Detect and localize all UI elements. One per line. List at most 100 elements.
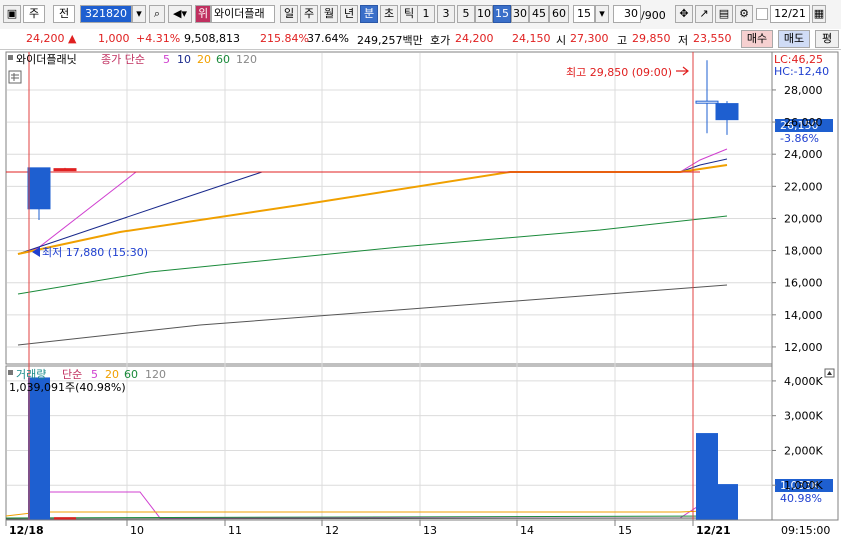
interval-select[interactable]: 15	[573, 5, 595, 23]
high-label: 고	[617, 34, 628, 47]
volume-value: 9,508,813	[184, 32, 240, 45]
sell-button[interactable]: 매도	[778, 30, 810, 48]
price-tick-label: 24,000	[784, 148, 823, 161]
volume-ratio: 215.84%	[260, 32, 309, 45]
stock-code-input[interactable]: 321820	[80, 5, 132, 23]
open-price: 27,300	[570, 32, 609, 45]
ma-label-10: 10	[177, 53, 191, 66]
date-input[interactable]: 12/21	[770, 5, 810, 23]
price-tick-label: 18,000	[784, 245, 823, 258]
buy-button[interactable]: 매수	[741, 30, 773, 48]
low-price: 23,550	[693, 32, 732, 45]
period-year-button[interactable]: 년	[340, 5, 358, 23]
candle-body	[715, 103, 739, 121]
price-tick-label: 16,000	[784, 277, 823, 290]
price-tick-label: 26,000	[784, 116, 823, 129]
x-tick-label: 13	[423, 524, 437, 537]
eval-button[interactable]: 평	[815, 30, 839, 48]
volume-note: 1,039,091주(40.98%)	[9, 381, 126, 394]
unit-tick-button[interactable]: 틱	[400, 5, 418, 23]
table-toggle-icon[interactable]	[8, 70, 22, 84]
low-label: 저	[678, 34, 689, 47]
x-tick-label: 11	[228, 524, 242, 537]
open-label: 시	[556, 34, 567, 47]
price-change: 1,000	[98, 32, 130, 45]
price-panel-frame	[5, 51, 773, 365]
chart-area[interactable]: 와이더플래닛 종가 단순 5 10 20 60 120 LC:46,25 HC:…	[0, 49, 841, 542]
window-menu-icon[interactable]: ▣	[3, 5, 21, 23]
search-icon[interactable]: ⌕	[149, 5, 165, 23]
volume-tick-label: 3,000K	[784, 410, 823, 423]
code-dropdown-icon[interactable]: ▾	[132, 5, 146, 23]
unit-second-button[interactable]: 초	[380, 5, 398, 23]
interval-30-button[interactable]: 30	[511, 5, 529, 23]
volume-bar	[28, 377, 50, 520]
draw-tools-icon[interactable]: ↗	[695, 5, 713, 23]
date-calendar-icon[interactable]: ▦	[812, 5, 826, 23]
ma-label-5: 5	[163, 53, 170, 66]
price-change-pct: +4.31%	[136, 32, 181, 45]
market-select[interactable]: 주	[23, 5, 45, 23]
price-tick-label: 12,000	[784, 341, 823, 354]
high-price: 29,850	[632, 32, 671, 45]
type-select[interactable]: 전	[53, 5, 75, 23]
ma-label-60: 60	[216, 53, 230, 66]
candle-body	[695, 100, 719, 104]
interval-dropdown-icon[interactable]: ▾	[595, 5, 609, 23]
settings-icon[interactable]: ⚙	[735, 5, 753, 23]
interval-10-button[interactable]: 10	[475, 5, 493, 23]
volume-legend-bullet-icon	[8, 370, 13, 375]
volume-bar	[716, 484, 738, 520]
hoga-label: 호가	[430, 34, 451, 47]
stock-badge: 위	[195, 5, 211, 23]
interval-45-button[interactable]: 45	[529, 5, 549, 23]
price-tick-label: 28,000	[784, 84, 823, 97]
interval-60-button[interactable]: 60	[549, 5, 569, 23]
price-tick-label: 22,000	[784, 180, 823, 193]
interval-15-button[interactable]: 15	[493, 5, 511, 23]
stock-name: 와이더플래	[211, 5, 275, 23]
interval-3-button[interactable]: 3	[437, 5, 455, 23]
up-arrow-icon: ▲	[68, 32, 77, 45]
volume-legend-name: 거래량	[16, 368, 46, 381]
bid-price: 24,150	[512, 32, 551, 45]
x-tick-label: 12	[325, 524, 339, 537]
high-annotation: 최고 29,850 (09:00)	[566, 66, 672, 79]
count-max: /900	[641, 9, 666, 22]
turnover-ratio: 37.64%	[307, 32, 349, 45]
ask-price: 24,200	[455, 32, 494, 45]
price-tick-label: 20,000	[784, 212, 823, 225]
volume-tick-label: 1,000K	[784, 479, 823, 492]
price-legend-name: 와이더플래닛	[16, 53, 77, 66]
vol-ma-label-20: 20	[105, 368, 119, 381]
interval-5-button[interactable]: 5	[457, 5, 475, 23]
x-tick-label: 12/21	[696, 524, 731, 537]
x-axis-time: 09:15:00	[781, 524, 830, 537]
period-month-button[interactable]: 월	[320, 5, 338, 23]
crosshair-icon[interactable]: ✥	[675, 5, 693, 23]
current-volume-pct: 40.98%	[780, 492, 822, 505]
low-annotation: 최저 17,880 (15:30)	[42, 246, 148, 259]
period-day-button[interactable]: 일	[280, 5, 298, 23]
candle-body	[27, 167, 51, 210]
x-tick-label: 10	[130, 524, 144, 537]
interval-1-button[interactable]: 1	[417, 5, 435, 23]
x-axis-ticks: 12/18 10 11 12 13 14 15 12/21	[5, 520, 731, 537]
trade-amount: 249,257백만	[357, 34, 423, 47]
sound-icon[interactable]: ◀▾	[168, 5, 192, 23]
date-checkbox[interactable]	[756, 8, 768, 20]
price-tick-label: 14,000	[784, 309, 823, 322]
x-tick-label: 14	[520, 524, 534, 537]
hc-label: HC:-12,40	[774, 65, 829, 78]
unit-minute-button[interactable]: 분	[360, 5, 378, 23]
volume-tick-label: 2,000K	[784, 444, 823, 457]
save-icon[interactable]: ▤	[715, 5, 733, 23]
price-legend-type: 종가 단순	[101, 53, 145, 66]
period-week-button[interactable]: 주	[300, 5, 318, 23]
count-input[interactable]: 30	[613, 5, 641, 23]
current-pct-text: -3.86%	[780, 132, 819, 145]
x-tick-label: 12/18	[9, 524, 44, 537]
legend-bullet-icon	[8, 55, 13, 60]
vol-ma-label-5: 5	[91, 368, 98, 381]
candle-body	[53, 168, 77, 172]
